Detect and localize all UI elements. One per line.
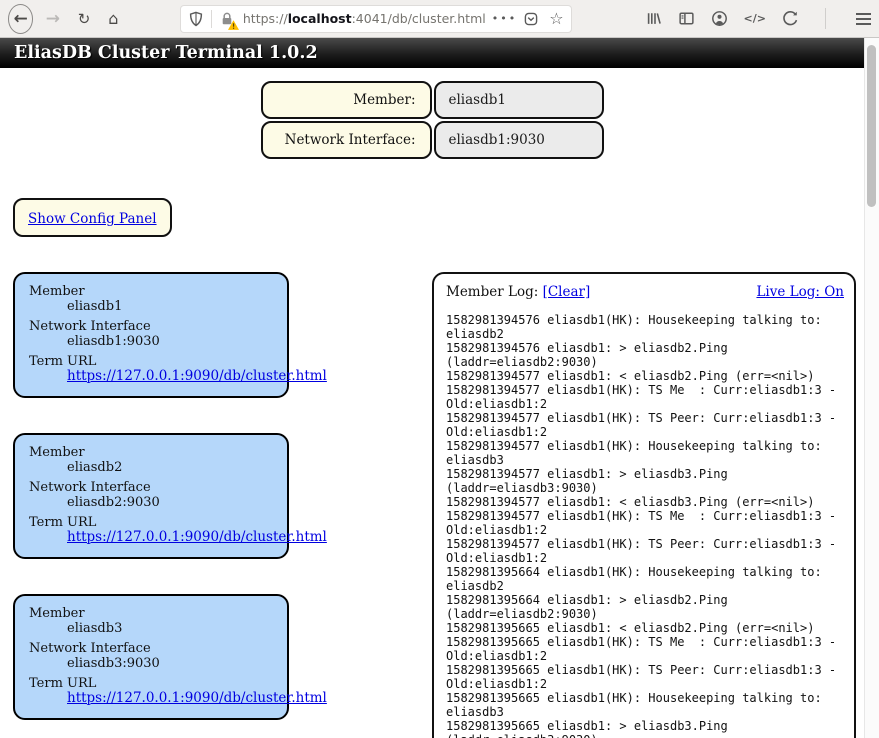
card-term-url-label: Term URL <box>29 515 275 530</box>
card-term-url-label: Term URL <box>29 354 275 369</box>
card-interface-value: eliasdb1:9030 <box>67 334 275 349</box>
member-log-text: 1582981394576 eliasdb1(HK): Housekeeping… <box>446 313 844 738</box>
toolbar-separator <box>825 8 826 29</box>
pocket-icon[interactable] <box>523 11 539 27</box>
member-label: Member: <box>261 81 432 119</box>
member-card-eliasdb2: Member eliasdb2 Network Interface eliasd… <box>13 433 289 559</box>
live-log-toggle-link[interactable]: Live Log: On <box>756 284 844 300</box>
card-member-label: Member <box>29 284 275 299</box>
browser-toolbar: ← → ↻ ⌂ https://localhost:404 <box>0 0 879 38</box>
url-path: :4041/db/cluster.html <box>352 11 486 26</box>
network-interface-input[interactable] <box>434 121 604 159</box>
member-cards-column: Member eliasdb1 Network Interface eliasd… <box>13 272 289 738</box>
member-input[interactable] <box>434 81 604 119</box>
card-interface-value: eliasdb3:9030 <box>67 656 275 671</box>
url-divider <box>211 10 212 28</box>
back-icon: ← <box>13 9 27 29</box>
clear-log-link[interactable]: [Clear] <box>543 284 591 300</box>
browser-viewport: EliasDB Cluster Terminal 1.0.2 Member: N… <box>0 38 879 738</box>
card-interface-value: eliasdb2:9030 <box>67 495 275 510</box>
page-content: EliasDB Cluster Terminal 1.0.2 Member: N… <box>0 38 864 738</box>
library-icon[interactable] <box>645 10 662 27</box>
back-button[interactable]: ← <box>8 4 33 34</box>
card-interface-label: Network Interface <box>29 641 275 656</box>
reload-icon: ↻ <box>78 10 91 28</box>
forward-icon: → <box>46 9 60 29</box>
account-icon[interactable] <box>711 10 728 27</box>
main-columns: Member eliasdb1 Network Interface eliasd… <box>13 272 856 738</box>
card-member-value: eliasdb3 <box>67 621 275 636</box>
network-interface-row: Network Interface: <box>261 121 604 159</box>
toolbar-icon-group: </> <box>645 8 871 29</box>
card-interface-label: Network Interface <box>29 480 275 495</box>
page-title: EliasDB Cluster Terminal 1.0.2 <box>0 38 864 68</box>
home-button[interactable]: ⌂ <box>102 9 125 28</box>
term-url-link[interactable]: https://127.0.0.1:9090/db/cluster.html <box>67 529 327 545</box>
card-member-value: eliasdb1 <box>67 299 275 314</box>
page-actions-button[interactable]: ••• <box>492 12 517 25</box>
show-config-panel-link[interactable]: Show Config Panel <box>28 211 157 227</box>
member-card-eliasdb1: Member eliasdb1 Network Interface eliasd… <box>13 272 289 398</box>
scrollbar-thumb[interactable] <box>867 45 876 207</box>
page-scrollbar[interactable] <box>864 38 879 738</box>
card-member-label: Member <box>29 606 275 621</box>
tracking-protection-shield-icon[interactable] <box>188 11 204 27</box>
bookmark-star-icon[interactable]: ☆ <box>549 9 563 28</box>
reload-button[interactable]: ↻ <box>72 10 95 28</box>
member-row: Member: <box>261 81 604 119</box>
url-scheme: https:// <box>243 11 288 26</box>
member-log-panel: Member Log: [Clear] Live Log: On 1582981… <box>432 272 856 738</box>
term-url-link[interactable]: https://127.0.0.1:9090/db/cluster.html <box>67 368 327 384</box>
member-log-title: Member Log: [Clear] <box>446 284 590 300</box>
member-form: Member: Network Interface: <box>261 81 604 159</box>
card-member-label: Member <box>29 445 275 460</box>
home-icon: ⌂ <box>108 9 118 28</box>
card-term-url-label: Term URL <box>29 676 275 691</box>
card-interface-label: Network Interface <box>29 319 275 334</box>
card-member-value: eliasdb2 <box>67 460 275 475</box>
insecure-lock-icon[interactable] <box>219 11 235 27</box>
forward-button[interactable]: → <box>41 9 64 29</box>
member-log-title-text: Member Log: <box>446 284 543 300</box>
developer-tools-icon[interactable]: </> <box>744 12 766 25</box>
member-log-header: Member Log: [Clear] Live Log: On <box>446 284 844 300</box>
warning-triangle-icon <box>228 20 239 30</box>
term-url-link[interactable]: https://127.0.0.1:9090/db/cluster.html <box>67 690 327 706</box>
sync-icon[interactable] <box>782 10 799 27</box>
address-bar[interactable]: https://localhost:4041/db/cluster.html •… <box>181 6 571 32</box>
menu-hamburger-icon[interactable] <box>856 13 871 15</box>
url-text: https://localhost:4041/db/cluster.html <box>243 11 486 26</box>
network-interface-label: Network Interface: <box>261 121 432 159</box>
sidebar-toggle-icon[interactable] <box>678 10 695 27</box>
member-card-eliasdb3: Member eliasdb3 Network Interface eliasd… <box>13 594 289 720</box>
url-host: localhost <box>288 11 352 26</box>
show-config-panel-button[interactable]: Show Config Panel <box>13 198 172 237</box>
